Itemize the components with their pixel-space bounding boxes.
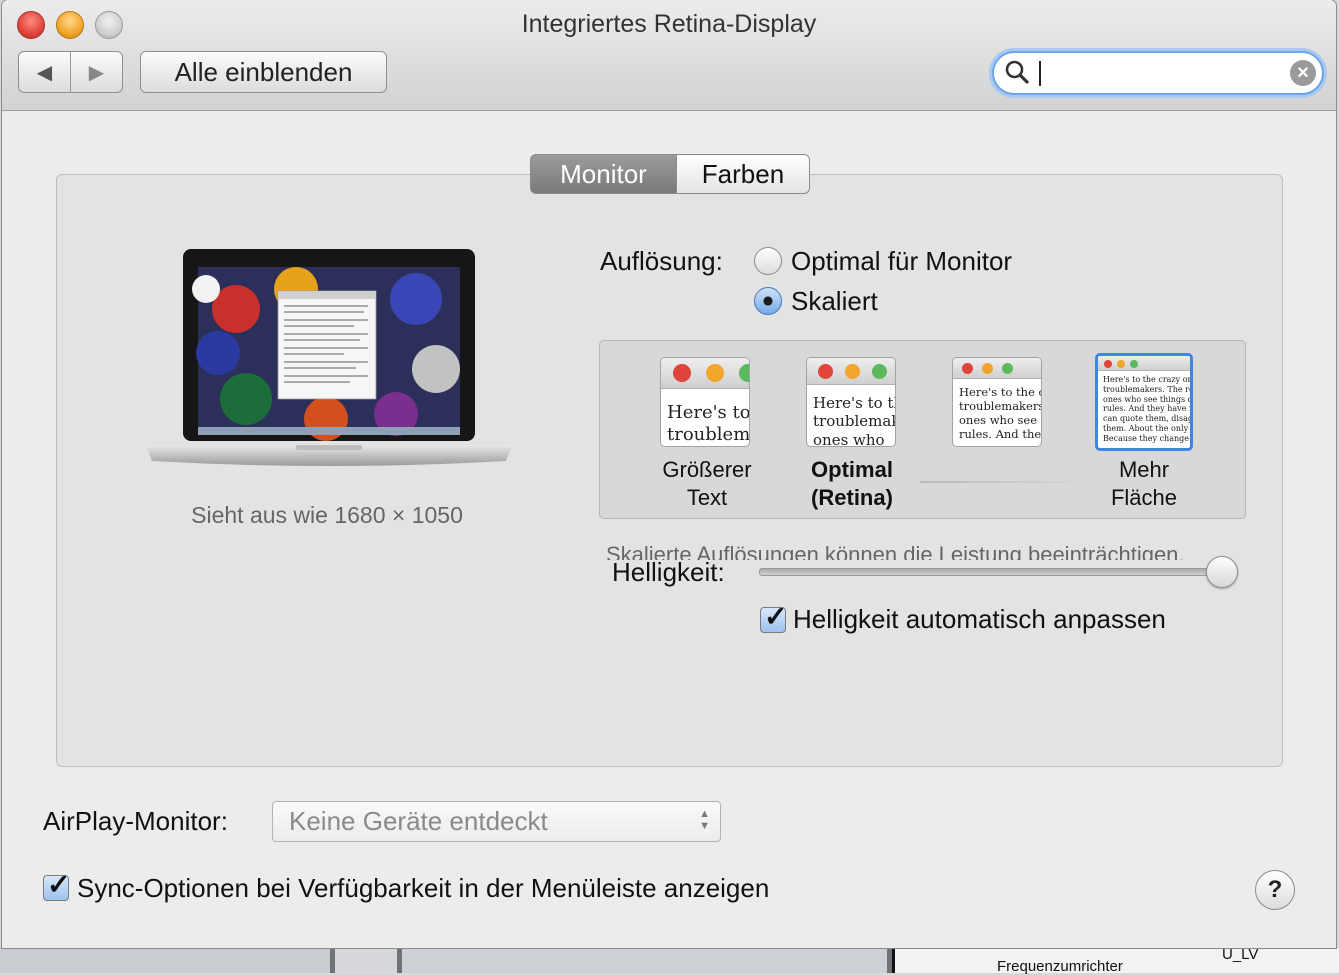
radio-scaled[interactable]: [754, 287, 782, 315]
search-field[interactable]: ×: [992, 51, 1324, 95]
forward-arrow-icon: ▶: [88, 61, 105, 84]
clear-search-icon[interactable]: ×: [1290, 60, 1316, 86]
brightness-slider-knob[interactable]: [1206, 556, 1238, 588]
thumb-zoom-dot: [1130, 360, 1138, 368]
scale-label-line1: Größerer: [662, 457, 752, 482]
scale-label-line2: (Retina): [811, 485, 893, 510]
brightness-label: Helligkeit:: [612, 557, 725, 587]
thumb-preview-text: Here's to the crazy one troublemakers. T…: [1103, 375, 1193, 443]
window-title: Integriertes Retina-Display: [521, 10, 817, 38]
scale-option-label: Mehr Fläche: [1082, 456, 1206, 512]
thumb-min-dot: [845, 364, 860, 379]
scale-label-line2: Fläche: [1110, 485, 1178, 510]
scale-option-more-space-medium[interactable]: Here's to the cr troublemakers. ones who…: [952, 357, 1042, 447]
back-button[interactable]: ◀: [19, 52, 71, 92]
background-window: [402, 948, 887, 973]
radio-scaled-label[interactable]: Skaliert: [791, 286, 878, 317]
auto-brightness-checkbox[interactable]: ✓: [760, 601, 787, 633]
thumb-preview-text: Here's to troublem: [667, 402, 750, 445]
thumb-min-dot: [706, 364, 724, 382]
thumb-close-dot: [1104, 360, 1112, 368]
show-all-button[interactable]: Alle einblenden: [140, 51, 387, 93]
select-arrows-icon: ▲ ▼: [699, 808, 710, 832]
scale-label-line1: Optimal: [811, 457, 893, 482]
navigation-buttons: ◀ ▶: [18, 51, 123, 93]
thumb-min-dot: [1117, 360, 1125, 368]
background-window: [0, 948, 330, 973]
search-icon: [1005, 60, 1029, 84]
thumb-close-dot: [962, 363, 973, 374]
scale-label-line1: Mehr: [1118, 457, 1170, 482]
scale-option-larger-text[interactable]: Here's to troublem: [660, 357, 750, 447]
preferences-window: Integriertes Retina-Display ◀ ▶ Alle ein…: [2, 0, 1336, 948]
thumb-preview-text: Here's to the cr troublemakers. ones who…: [959, 385, 1042, 442]
sync-options-checkbox[interactable]: ✓: [43, 869, 70, 901]
scale-option-optimal[interactable]: Here's to th troublemak ones who: [806, 357, 896, 447]
thumb-zoom-dot: [1002, 363, 1013, 374]
tab-farben[interactable]: Farben: [677, 154, 810, 194]
thumb-close-dot: [673, 364, 691, 382]
radio-optimal[interactable]: [754, 247, 782, 275]
scale-separator-line: [920, 481, 1090, 483]
background-text: Frequenzumrichter: [997, 958, 1123, 975]
scale-label-line2: Text: [686, 485, 728, 510]
airplay-select-value: Keine Geräte entdeckt: [289, 806, 548, 836]
airplay-select[interactable]: Keine Geräte entdeckt ▲ ▼: [272, 801, 721, 842]
scale-option-label: Optimal (Retina): [790, 456, 914, 512]
brightness-slider[interactable]: [759, 568, 1226, 576]
back-arrow-icon: ◀: [36, 61, 53, 84]
help-button[interactable]: ?: [1255, 870, 1295, 910]
tab-bar: Monitor Farben: [530, 154, 810, 194]
titlebar: Integriertes Retina-Display ◀ ▶ Alle ein…: [2, 0, 1336, 111]
tab-monitor[interactable]: Monitor: [530, 154, 677, 194]
desktop-background: Frequenzumrichter U_LV: [0, 946, 1339, 975]
radio-optimal-label[interactable]: Optimal für Monitor: [791, 246, 1012, 277]
forward-button[interactable]: ▶: [71, 52, 122, 92]
scale-option-label: Größerer Text: [645, 456, 769, 512]
scale-option-more-space[interactable]: Here's to the crazy one troublemakers. T…: [1095, 353, 1193, 451]
resolution-preview-caption: Sieht aus wie 1680 × 1050: [191, 502, 463, 528]
thumb-close-dot: [818, 364, 833, 379]
checkmark-icon: ✓: [764, 601, 788, 632]
sync-options-label[interactable]: Sync-Optionen bei Verfügbarkeit in der M…: [77, 873, 769, 904]
checkmark-icon: ✓: [47, 869, 71, 900]
resolution-label: Auflösung:: [600, 246, 723, 276]
background-text: U_LV: [1222, 946, 1259, 963]
airplay-label: AirPlay-Monitor:: [43, 806, 228, 836]
auto-brightness-label[interactable]: Helligkeit automatisch anpassen: [793, 604, 1166, 635]
text-caret: [1039, 61, 1041, 86]
thumb-zoom-dot: [872, 364, 887, 379]
background-window: [335, 948, 397, 973]
thumb-preview-text: Here's to th troublemak ones who: [813, 394, 896, 447]
macbook-preview-image: [146, 249, 512, 466]
thumb-min-dot: [982, 363, 993, 374]
thumb-zoom-dot: [739, 364, 749, 382]
